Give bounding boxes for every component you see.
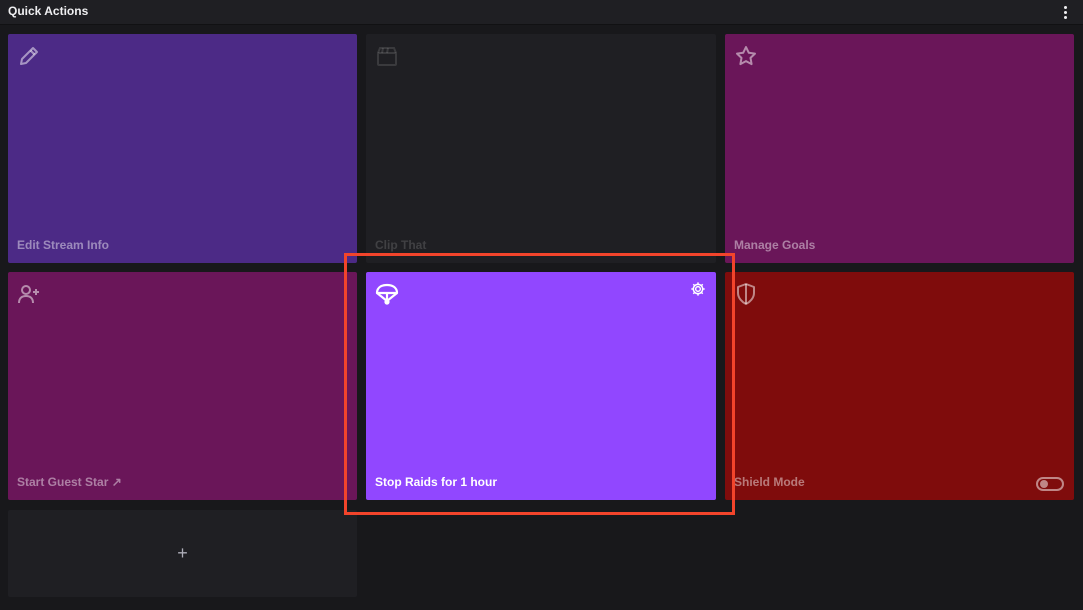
star-icon xyxy=(736,46,756,66)
stop-raids-tile[interactable]: Stop Raids for 1 hour xyxy=(366,272,716,500)
shield-mode-toggle[interactable] xyxy=(1036,477,1064,491)
manage-goals-tile[interactable]: Manage Goals xyxy=(725,34,1074,263)
tile-label: Stop Raids for 1 hour xyxy=(375,475,498,489)
tile-label: Shield Mode xyxy=(734,475,805,489)
clip-that-tile[interactable]: Clip That xyxy=(366,34,716,263)
more-options-icon[interactable] xyxy=(1057,3,1073,21)
tile-label: Manage Goals xyxy=(734,238,816,252)
tile-label: Clip That xyxy=(375,238,427,252)
gear-icon[interactable] xyxy=(690,281,706,297)
plus-icon: + xyxy=(177,543,188,563)
pencil-icon xyxy=(20,47,38,65)
clapperboard-icon xyxy=(377,47,397,66)
quick-actions-header: Quick Actions xyxy=(0,0,1083,25)
add-user-icon xyxy=(18,285,39,304)
parachute-icon xyxy=(375,283,399,305)
tile-label: Start Guest Star ↗ xyxy=(17,475,122,489)
start-guest-star-tile[interactable]: Start Guest Star ↗ xyxy=(8,272,357,500)
panel-title: Quick Actions xyxy=(8,4,89,18)
shield-icon xyxy=(737,283,755,305)
add-quick-action-tile[interactable]: + xyxy=(8,510,357,597)
shield-mode-tile[interactable]: Shield Mode xyxy=(725,272,1074,500)
edit-stream-info-tile[interactable]: Edit Stream Info xyxy=(8,34,357,263)
tile-label: Edit Stream Info xyxy=(17,238,110,252)
